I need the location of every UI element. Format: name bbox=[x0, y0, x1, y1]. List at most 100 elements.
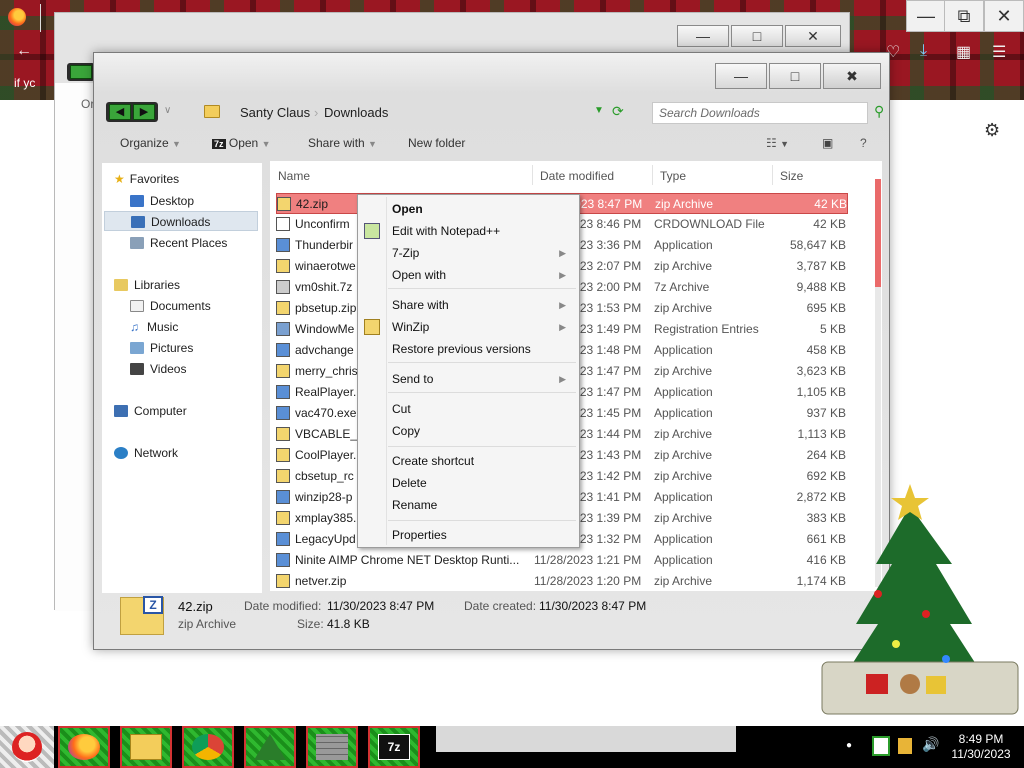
taskbar-7zip[interactable]: 7z bbox=[368, 726, 420, 768]
search-icon[interactable]: ⚲ bbox=[874, 103, 884, 120]
taskbar-christmas-tree[interactable] bbox=[244, 726, 296, 768]
menu-item-delete[interactable]: Delete bbox=[392, 472, 572, 494]
preview-pane-icon[interactable]: ▣ bbox=[822, 136, 833, 150]
menu-item-winzip[interactable]: WinZip ▶ bbox=[392, 316, 572, 338]
ghost-minimize-button[interactable]: — bbox=[677, 25, 729, 47]
start-button[interactable] bbox=[0, 726, 54, 768]
menu-item-share-with[interactable]: Share with ▶ bbox=[392, 294, 572, 316]
menu-item-open-with[interactable]: Open with ▶ bbox=[392, 264, 572, 286]
firefox-icon[interactable] bbox=[8, 8, 26, 26]
column-divider[interactable] bbox=[532, 165, 533, 185]
column-header-name[interactable]: Name bbox=[278, 169, 310, 183]
refresh-icon[interactable]: ⟳ bbox=[612, 103, 624, 120]
menu-item-create-shortcut[interactable]: Create shortcut bbox=[392, 450, 572, 472]
taskbar-brick-wall[interactable] bbox=[306, 726, 358, 768]
nav-music[interactable]: ♫ Music bbox=[130, 317, 178, 337]
file-type: Application bbox=[654, 490, 713, 504]
menu-item-7zip[interactable]: 7-Zip ▶ bbox=[392, 242, 572, 264]
menu-item-properties[interactable]: Properties bbox=[392, 524, 572, 546]
brick-wall-icon bbox=[316, 734, 348, 760]
help-icon[interactable]: ? bbox=[860, 136, 867, 150]
view-options-icon[interactable]: ☷ ▼ bbox=[766, 136, 789, 150]
extensions-icon[interactable]: ▦ bbox=[956, 42, 971, 62]
nav-videos[interactable]: Videos bbox=[130, 359, 186, 379]
share-with-button[interactable]: Share with ▼ bbox=[308, 136, 377, 150]
firefox-restore-button[interactable]: ⧉ bbox=[944, 0, 984, 32]
search-input[interactable]: Search Downloads bbox=[652, 102, 868, 124]
menu-item-cut[interactable]: Cut bbox=[392, 398, 572, 420]
menu-item-open[interactable]: Open bbox=[392, 198, 572, 220]
maximize-button[interactable]: □ bbox=[769, 63, 821, 89]
minimize-button[interactable]: — bbox=[715, 63, 767, 89]
table-row[interactable]: netver.zip 11/28/2023 1:20 PM zip Archive 1… bbox=[276, 571, 848, 591]
action-center-flag-icon[interactable] bbox=[872, 736, 890, 756]
network-tray-icon[interactable] bbox=[898, 738, 912, 754]
file-type-icon bbox=[276, 448, 290, 462]
menu-item-edit-notepad[interactable]: Edit with Notepad++ bbox=[392, 220, 572, 242]
menu-item-rename[interactable]: Rename bbox=[392, 494, 572, 516]
forward-button[interactable]: ▶ bbox=[133, 104, 155, 120]
back-button[interactable]: ◀ bbox=[109, 104, 131, 120]
firefox-tab-title[interactable]: if yc bbox=[14, 76, 35, 90]
breadcrumb-item-santy-claus[interactable]: Santy Claus bbox=[240, 105, 310, 120]
menu-item-send-to[interactable]: Send to ▶ bbox=[392, 368, 572, 390]
scrollbar-thumb[interactable] bbox=[875, 179, 881, 287]
volume-icon[interactable]: 🔊 bbox=[922, 736, 939, 753]
taskbar-file-explorer[interactable] bbox=[120, 726, 172, 768]
firefox-close-button[interactable]: ✕ bbox=[984, 0, 1024, 32]
tray-dot-icon[interactable]: ● bbox=[846, 740, 852, 751]
file-type-icon bbox=[276, 469, 290, 483]
details-pane: Z 42.zip zip Archive Date modified: 11/3… bbox=[94, 591, 889, 649]
column-header-date[interactable]: Date modified bbox=[540, 169, 614, 183]
close-button[interactable]: ✖ bbox=[823, 63, 881, 89]
address-dropdown-icon[interactable]: ▼ bbox=[594, 105, 604, 116]
gear-icon[interactable]: ⚙ bbox=[984, 120, 1000, 141]
column-divider[interactable] bbox=[772, 165, 773, 185]
download-icon[interactable]: ⤓ bbox=[920, 42, 927, 60]
nav-network[interactable]: Network bbox=[114, 443, 178, 463]
breadcrumb-item-downloads[interactable]: Downloads bbox=[324, 105, 388, 120]
ghost-close-button[interactable]: ✕ bbox=[785, 25, 841, 47]
7zip-icon: 7z bbox=[378, 734, 410, 760]
file-type-icon bbox=[276, 490, 290, 504]
nav-pictures[interactable]: Pictures bbox=[130, 338, 193, 358]
table-row[interactable]: Ninite AIMP Chrome NET Desktop Runti... 1… bbox=[276, 550, 848, 571]
firefox-minimize-button[interactable]: — bbox=[906, 0, 946, 32]
breadcrumb-separator-icon[interactable]: › bbox=[314, 105, 318, 120]
nav-computer[interactable]: Computer bbox=[114, 401, 187, 421]
taskbar-chrome[interactable] bbox=[182, 726, 234, 768]
file-type: Application bbox=[654, 385, 713, 399]
clock-date: 11/30/2023 bbox=[951, 747, 1011, 761]
notepad-plus-plus-icon bbox=[364, 223, 380, 239]
new-folder-button[interactable]: New folder bbox=[408, 136, 465, 150]
menu-icon[interactable]: ☰ bbox=[992, 42, 1006, 62]
file-type: zip Archive bbox=[654, 574, 713, 588]
nav-documents[interactable]: Documents bbox=[130, 296, 211, 316]
open-button[interactable]: 7z Open ▼ bbox=[212, 136, 270, 150]
file-size: 3,787 KB bbox=[796, 259, 846, 273]
nav-desktop[interactable]: Desktop bbox=[130, 191, 194, 211]
back-icon[interactable]: ← bbox=[16, 42, 32, 60]
file-size: 1,105 KB bbox=[796, 385, 846, 399]
file-type-icon bbox=[276, 238, 290, 252]
breadcrumb: Santy Claus › Downloads bbox=[200, 101, 648, 125]
menu-item-restore[interactable]: Restore previous versions bbox=[392, 338, 572, 360]
column-header-type[interactable]: Type bbox=[660, 169, 686, 183]
nav-libraries[interactable]: Libraries bbox=[114, 275, 180, 295]
file-size: 58,647 KB bbox=[789, 238, 846, 252]
nav-downloads[interactable]: Downloads bbox=[104, 211, 258, 231]
column-divider[interactable] bbox=[652, 165, 653, 185]
ghost-nav-buttons[interactable] bbox=[67, 63, 95, 81]
system-clock[interactable]: 8:49 PM 11/30/2023 bbox=[944, 732, 1018, 762]
recent-locations-chevron-icon[interactable]: ∨ bbox=[164, 105, 171, 116]
organize-button[interactable]: Organize ▼ bbox=[120, 136, 181, 150]
christmas-tree-gadget[interactable] bbox=[816, 484, 1024, 724]
nav-favorites[interactable]: ★ Favorites bbox=[114, 169, 179, 189]
menu-item-copy[interactable]: Copy bbox=[392, 420, 572, 442]
taskbar-firefox[interactable] bbox=[58, 726, 110, 768]
context-menu: Open Edit with Notepad++ 7-Zip ▶ Open wit… bbox=[357, 194, 580, 548]
nav-recent-places[interactable]: Recent Places bbox=[130, 233, 227, 253]
ghost-maximize-button[interactable]: □ bbox=[731, 25, 783, 47]
column-header-size[interactable]: Size bbox=[780, 169, 803, 183]
submenu-arrow-icon: ▶ bbox=[559, 374, 566, 384]
